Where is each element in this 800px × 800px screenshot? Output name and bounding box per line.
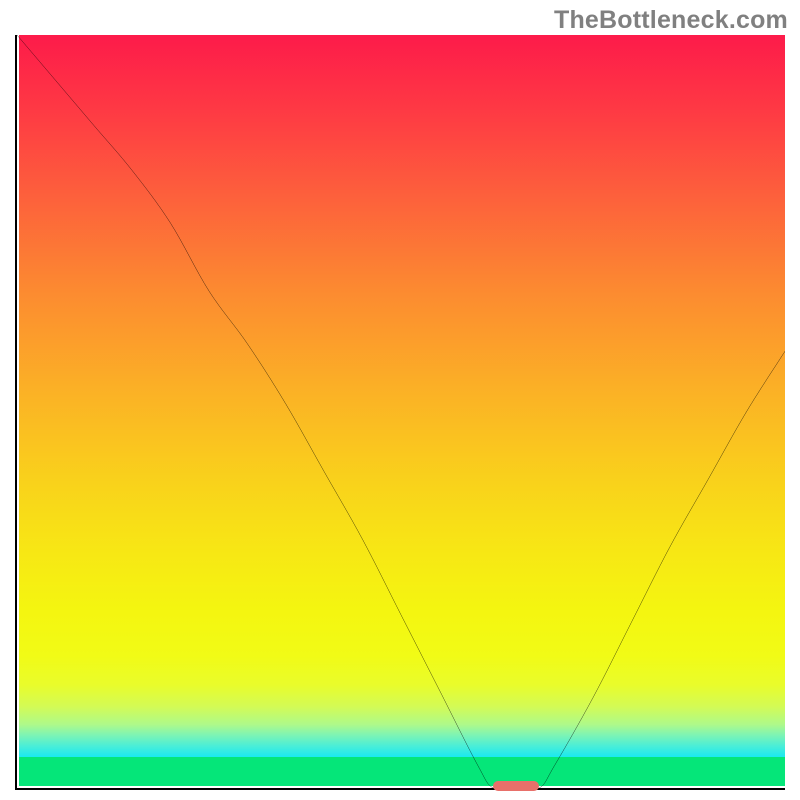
watermark-text: TheBottleneck.com	[554, 6, 788, 35]
plot-area	[15, 35, 785, 790]
optimal-marker	[493, 781, 539, 791]
curve-layer	[17, 35, 785, 788]
bottleneck-chart: TheBottleneck.com	[0, 0, 800, 800]
bottleneck-curve	[17, 35, 785, 788]
